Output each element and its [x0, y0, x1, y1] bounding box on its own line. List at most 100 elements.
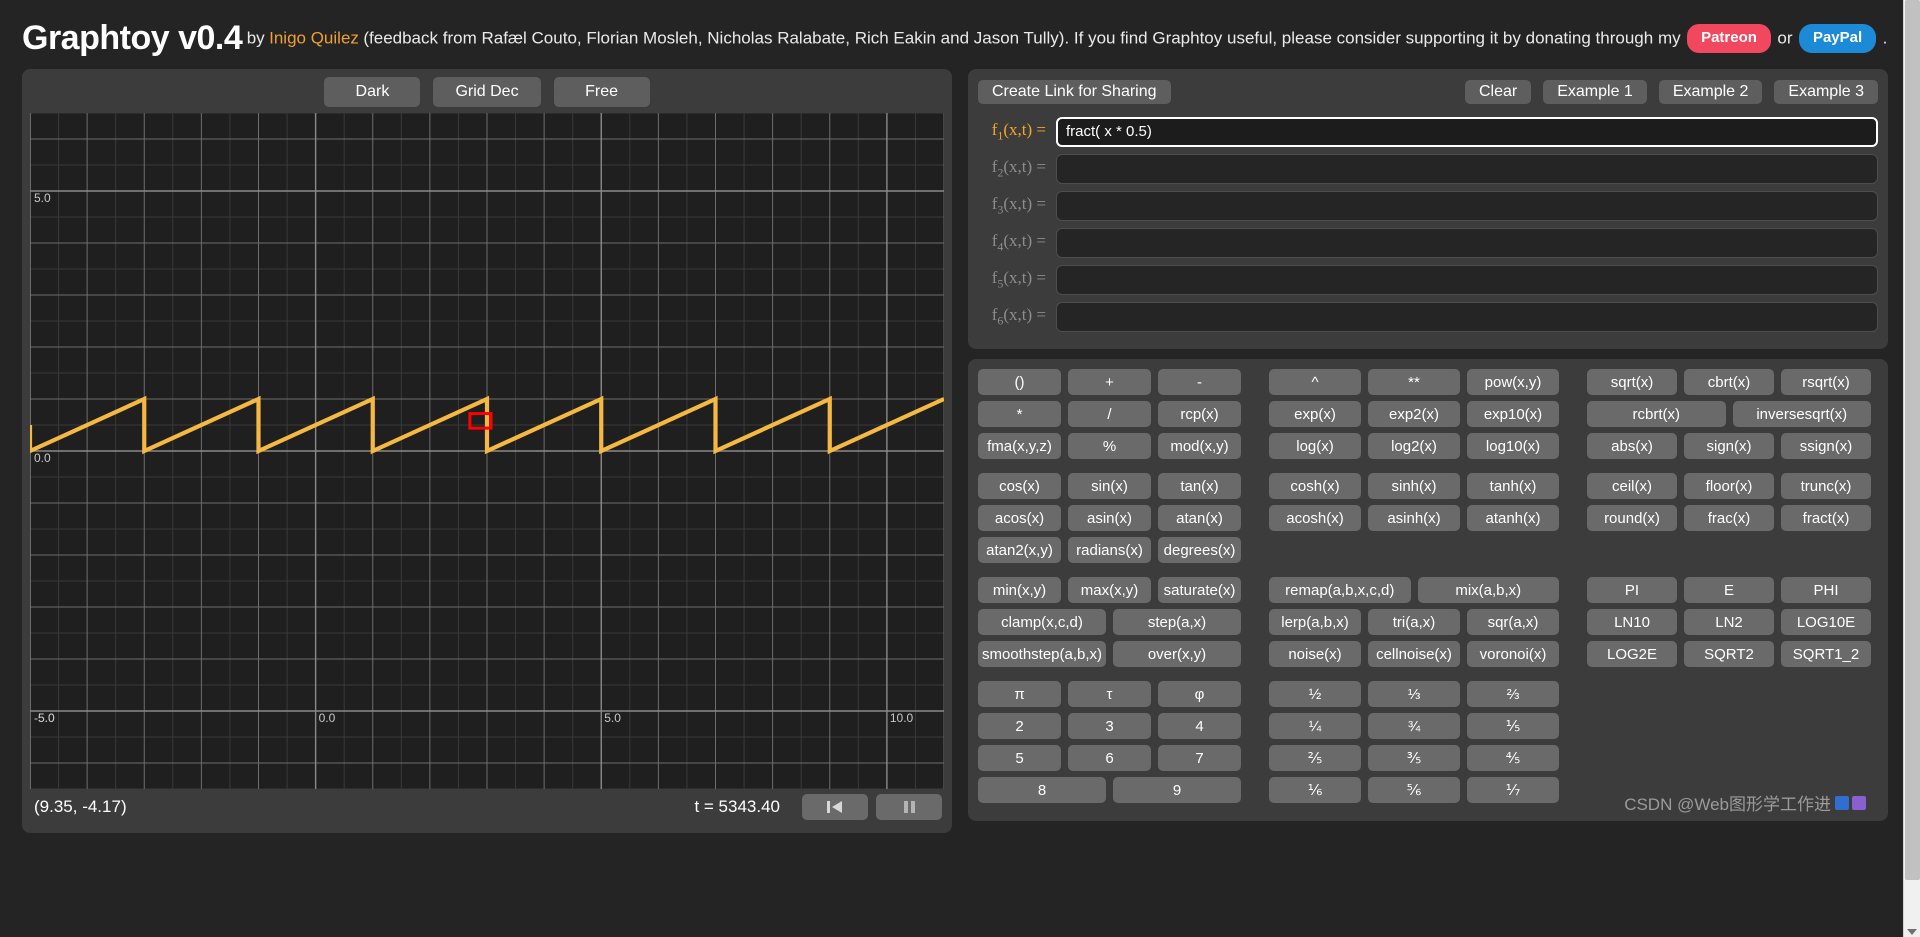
function-button[interactable]: log2(x) — [1368, 433, 1460, 460]
function-button[interactable]: frac(x) — [1684, 505, 1774, 532]
function-button[interactable]: step(a,x) — [1113, 609, 1241, 636]
function-button[interactable]: abs(x) — [1587, 433, 1677, 460]
function-button[interactable]: asinh(x) — [1368, 505, 1460, 532]
function-button[interactable]: 8 — [978, 777, 1106, 804]
grid-mode-button[interactable]: Grid Dec — [433, 77, 541, 108]
function-button[interactable]: exp2(x) — [1368, 401, 1460, 428]
function-button[interactable]: mix(a,b,x) — [1417, 577, 1559, 604]
function-button[interactable]: LN10 — [1587, 609, 1677, 636]
function-button[interactable]: ssign(x) — [1781, 433, 1871, 460]
function-button[interactable]: - — [1158, 369, 1241, 396]
example-2-button[interactable]: Example 2 — [1658, 80, 1763, 105]
function-button[interactable]: fma(x,y,z) — [978, 433, 1061, 460]
paypal-button[interactable]: PayPal — [1798, 24, 1877, 54]
function-button[interactable]: () — [978, 369, 1061, 396]
formula-input-f6[interactable] — [1056, 301, 1878, 332]
formula-input-f5[interactable] — [1056, 264, 1878, 295]
function-button[interactable]: min(x,y) — [978, 577, 1061, 604]
function-button[interactable]: PHI — [1781, 577, 1871, 604]
function-button[interactable]: * — [978, 401, 1061, 428]
function-button[interactable]: inversesqrt(x) — [1732, 401, 1871, 428]
function-button[interactable]: PI — [1587, 577, 1677, 604]
function-button[interactable]: sign(x) — [1684, 433, 1774, 460]
aspect-mode-button[interactable]: Free — [553, 77, 650, 108]
function-button[interactable]: ⅗ — [1368, 745, 1460, 772]
scrollbar-down-arrow[interactable] — [1907, 929, 1917, 935]
function-button[interactable]: ½ — [1269, 681, 1361, 708]
function-button[interactable]: ⅓ — [1368, 681, 1460, 708]
function-button[interactable]: over(x,y) — [1113, 641, 1241, 668]
function-button[interactable]: ceil(x) — [1587, 473, 1677, 500]
function-button[interactable]: remap(a,b,x,c,d) — [1269, 577, 1411, 604]
function-button[interactable]: ⅖ — [1269, 745, 1361, 772]
pause-button[interactable] — [876, 794, 942, 821]
function-button[interactable]: ⅐ — [1467, 777, 1559, 804]
function-button[interactable]: voronoi(x) — [1467, 641, 1559, 668]
function-button[interactable]: cos(x) — [978, 473, 1061, 500]
function-button[interactable]: LN2 — [1684, 609, 1774, 636]
function-button[interactable]: sqr(a,x) — [1467, 609, 1559, 636]
function-button[interactable]: rcbrt(x) — [1587, 401, 1726, 428]
function-button[interactable]: ¼ — [1269, 713, 1361, 740]
function-button[interactable]: cellnoise(x) — [1368, 641, 1460, 668]
function-button[interactable]: cbrt(x) — [1684, 369, 1774, 396]
function-button[interactable]: ⅙ — [1269, 777, 1361, 804]
function-button[interactable]: τ — [1068, 681, 1151, 708]
function-button[interactable]: ** — [1368, 369, 1460, 396]
function-button[interactable]: rsqrt(x) — [1781, 369, 1871, 396]
function-button[interactable]: lerp(a,b,x) — [1269, 609, 1361, 636]
function-button[interactable]: sinh(x) — [1368, 473, 1460, 500]
function-button[interactable]: SQRT1_2 — [1781, 641, 1871, 668]
function-button[interactable]: 6 — [1068, 745, 1151, 772]
function-button[interactable]: exp10(x) — [1467, 401, 1559, 428]
rewind-button[interactable] — [802, 794, 868, 821]
function-button[interactable]: mod(x,y) — [1158, 433, 1241, 460]
example-3-button[interactable]: Example 3 — [1774, 80, 1878, 105]
function-button[interactable]: clamp(x,c,d) — [978, 609, 1106, 636]
formula-input-f1[interactable] — [1056, 116, 1878, 147]
function-button[interactable]: floor(x) — [1684, 473, 1774, 500]
clear-button[interactable]: Clear — [1464, 80, 1532, 105]
function-button[interactable]: 2 — [978, 713, 1061, 740]
function-button[interactable]: radians(x) — [1068, 537, 1151, 564]
browser-scrollbar[interactable] — [1903, 0, 1920, 937]
function-button[interactable]: cosh(x) — [1269, 473, 1361, 500]
function-button[interactable]: asin(x) — [1068, 505, 1151, 532]
create-link-button[interactable]: Create Link for Sharing — [978, 80, 1171, 105]
function-button[interactable]: saturate(x) — [1158, 577, 1241, 604]
function-button[interactable]: tan(x) — [1158, 473, 1241, 500]
function-button[interactable]: log10(x) — [1467, 433, 1559, 460]
function-button[interactable]: pow(x,y) — [1467, 369, 1559, 396]
function-button[interactable]: LOG10E — [1781, 609, 1871, 636]
function-button[interactable]: atanh(x) — [1467, 505, 1559, 532]
function-button[interactable]: LOG2E — [1587, 641, 1677, 668]
scrollbar-thumb[interactable] — [1905, 0, 1920, 880]
function-button[interactable]: ^ — [1269, 369, 1361, 396]
function-button[interactable]: fract(x) — [1781, 505, 1871, 532]
function-button[interactable]: degrees(x) — [1158, 537, 1241, 564]
function-button[interactable]: E — [1684, 577, 1774, 604]
function-button[interactable]: sqrt(x) — [1587, 369, 1677, 396]
function-button[interactable]: max(x,y) — [1068, 577, 1151, 604]
function-button[interactable]: tanh(x) — [1467, 473, 1559, 500]
graph-canvas[interactable]: 5.0 0.0 -5.0 0.0 5.0 10.0 -5.0 — [30, 113, 944, 790]
function-button[interactable]: ⅘ — [1467, 745, 1559, 772]
function-button[interactable]: 3 — [1068, 713, 1151, 740]
function-button[interactable]: round(x) — [1587, 505, 1677, 532]
formula-input-f3[interactable] — [1056, 190, 1878, 221]
function-button[interactable]: 7 — [1158, 745, 1241, 772]
function-button[interactable]: smoothstep(a,b,x) — [978, 641, 1106, 668]
function-button[interactable]: ¾ — [1368, 713, 1460, 740]
formula-input-f4[interactable] — [1056, 227, 1878, 258]
formula-input-f2[interactable] — [1056, 153, 1878, 184]
function-button[interactable]: log(x) — [1269, 433, 1361, 460]
patreon-button[interactable]: Patreon — [1687, 24, 1771, 54]
function-button[interactable]: rcp(x) — [1158, 401, 1241, 428]
function-button[interactable]: sin(x) — [1068, 473, 1151, 500]
function-button[interactable]: π — [978, 681, 1061, 708]
function-button[interactable]: noise(x) — [1269, 641, 1361, 668]
function-button[interactable]: 9 — [1113, 777, 1241, 804]
function-button[interactable]: / — [1068, 401, 1151, 428]
function-button[interactable]: ⅚ — [1368, 777, 1460, 804]
function-button[interactable]: + — [1068, 369, 1151, 396]
